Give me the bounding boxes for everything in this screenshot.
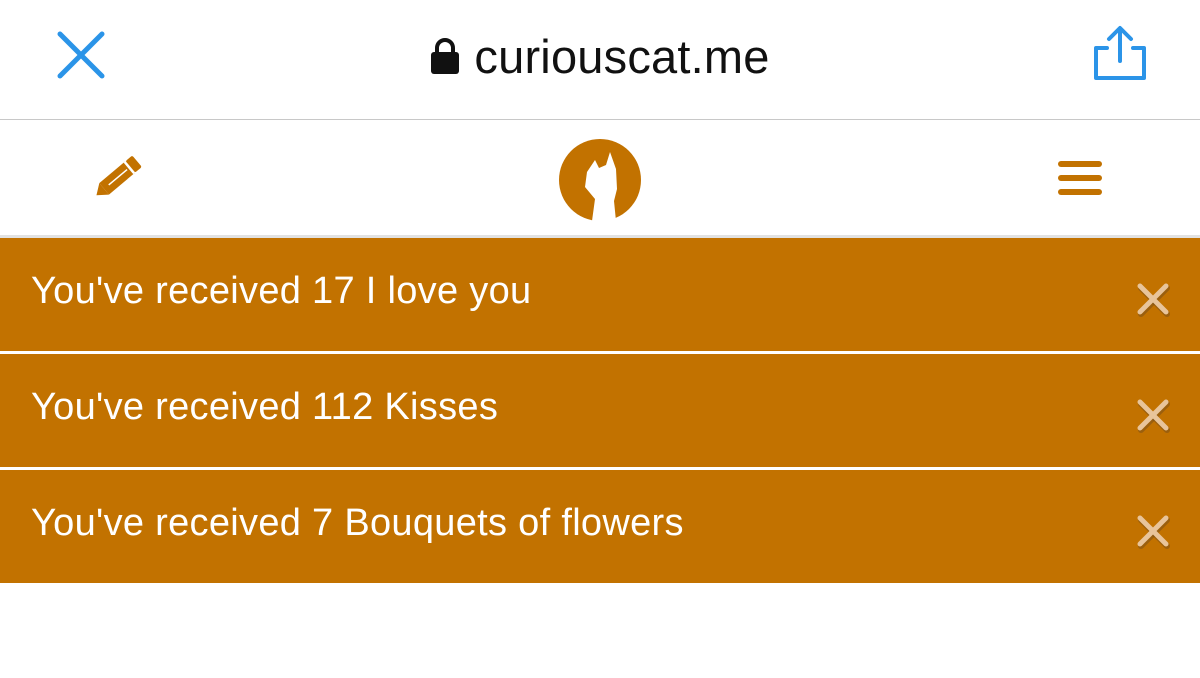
- hamburger-menu-icon[interactable]: [1056, 158, 1104, 198]
- notification-text: You've received 112 Kisses: [31, 386, 499, 428]
- browser-toolbar: curiouscat.me: [0, 0, 1200, 120]
- share-icon[interactable]: [1090, 24, 1150, 82]
- close-icon[interactable]: [1134, 281, 1174, 321]
- lock-icon: [431, 38, 460, 74]
- address-bar[interactable]: curiouscat.me: [0, 28, 1200, 84]
- url-text: curiouscat.me: [474, 29, 770, 83]
- notification-list: You've received 17 I love you You've rec…: [0, 238, 1200, 586]
- site-header: [0, 120, 1200, 238]
- notification-text: You've received 7 Bouquets of flowers: [31, 502, 684, 544]
- notification-banner: You've received 17 I love you: [0, 238, 1200, 351]
- pencil-icon[interactable]: [90, 150, 148, 204]
- close-icon[interactable]: [1134, 397, 1174, 437]
- notification-banner: You've received 7 Bouquets of flowers: [0, 470, 1200, 583]
- close-icon[interactable]: [1134, 513, 1174, 553]
- notification-banner: You've received 112 Kisses: [0, 354, 1200, 467]
- curiouscat-logo[interactable]: [559, 139, 641, 221]
- notification-text: You've received 17 I love you: [31, 270, 532, 312]
